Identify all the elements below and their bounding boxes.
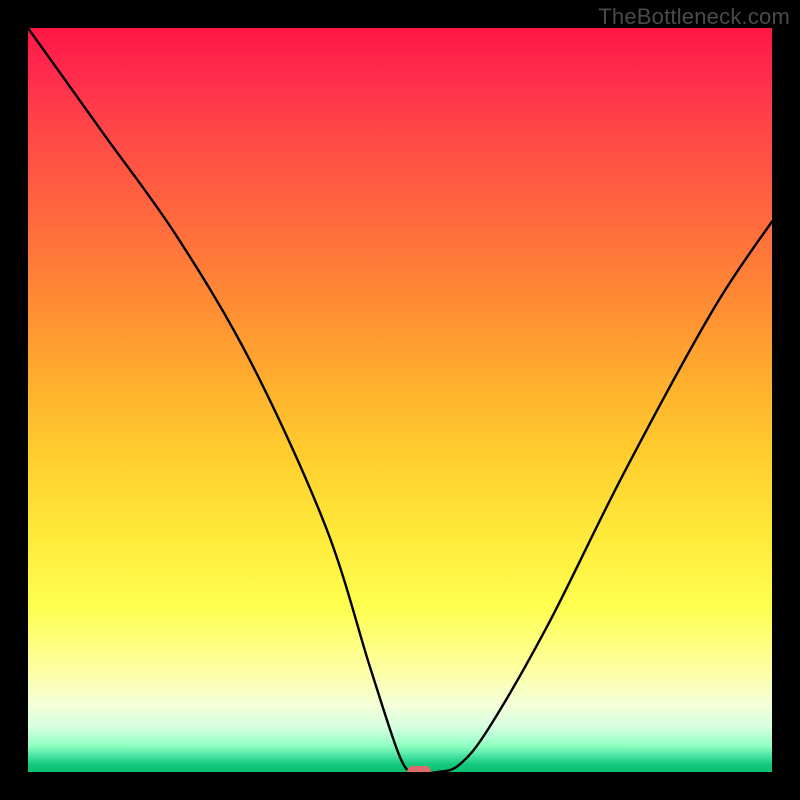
bottleneck-curve (28, 28, 772, 772)
watermark-text: TheBottleneck.com (598, 4, 790, 30)
optimal-marker (407, 766, 431, 772)
plot-area (28, 28, 772, 772)
chart-frame: TheBottleneck.com (0, 0, 800, 800)
